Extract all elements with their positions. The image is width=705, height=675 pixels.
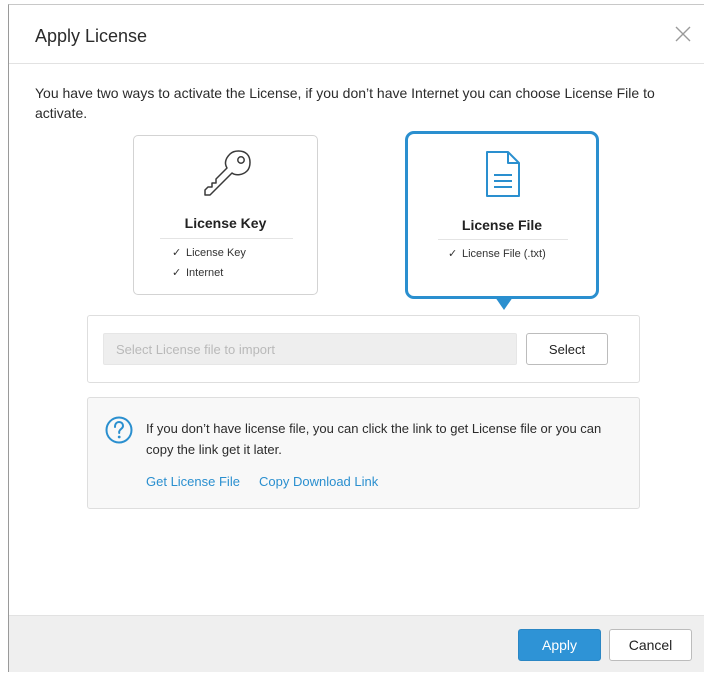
selected-pointer: [495, 297, 513, 310]
divider: [438, 239, 568, 240]
dialog-description: You have two ways to activate the Licens…: [35, 85, 655, 121]
get-license-file-link[interactable]: Get License File: [146, 474, 240, 489]
import-panel: Select: [87, 315, 640, 383]
check-icon: ✓: [172, 267, 182, 279]
info-panel: If you don’t have license file, you can …: [87, 397, 640, 509]
dialog-footer: Apply Cancel: [9, 615, 704, 672]
close-icon[interactable]: [674, 25, 692, 43]
copy-download-link[interactable]: Copy Download Link: [259, 474, 378, 489]
dialog-title: Apply License: [35, 26, 148, 46]
license-file-title: License File: [461, 217, 543, 233]
feature-item: ✓ License File (.txt): [448, 248, 546, 260]
divider: [160, 238, 293, 239]
license-file-input[interactable]: [103, 333, 517, 365]
feature-item: ✓ License Key: [172, 247, 246, 259]
check-icon: ✓: [448, 248, 458, 260]
key-icon: [199, 150, 255, 205]
help-icon: [105, 416, 133, 449]
apply-license-dialog: Apply License You have two ways to activ…: [8, 4, 704, 672]
document-icon: [484, 150, 522, 203]
info-text: If you don’t have license file, you can …: [146, 421, 602, 457]
cancel-button[interactable]: Cancel: [609, 629, 692, 661]
check-icon: ✓: [172, 247, 182, 259]
license-file-option[interactable]: License File ✓ License File (.txt): [405, 131, 599, 299]
license-key-title: License Key: [184, 215, 267, 231]
select-button[interactable]: Select: [526, 333, 608, 365]
dialog-header: Apply License: [9, 5, 704, 64]
license-key-option[interactable]: License Key ✓ License Key ✓ Internet: [133, 135, 318, 295]
feature-item: ✓ Internet: [172, 267, 224, 279]
apply-button[interactable]: Apply: [518, 629, 601, 661]
